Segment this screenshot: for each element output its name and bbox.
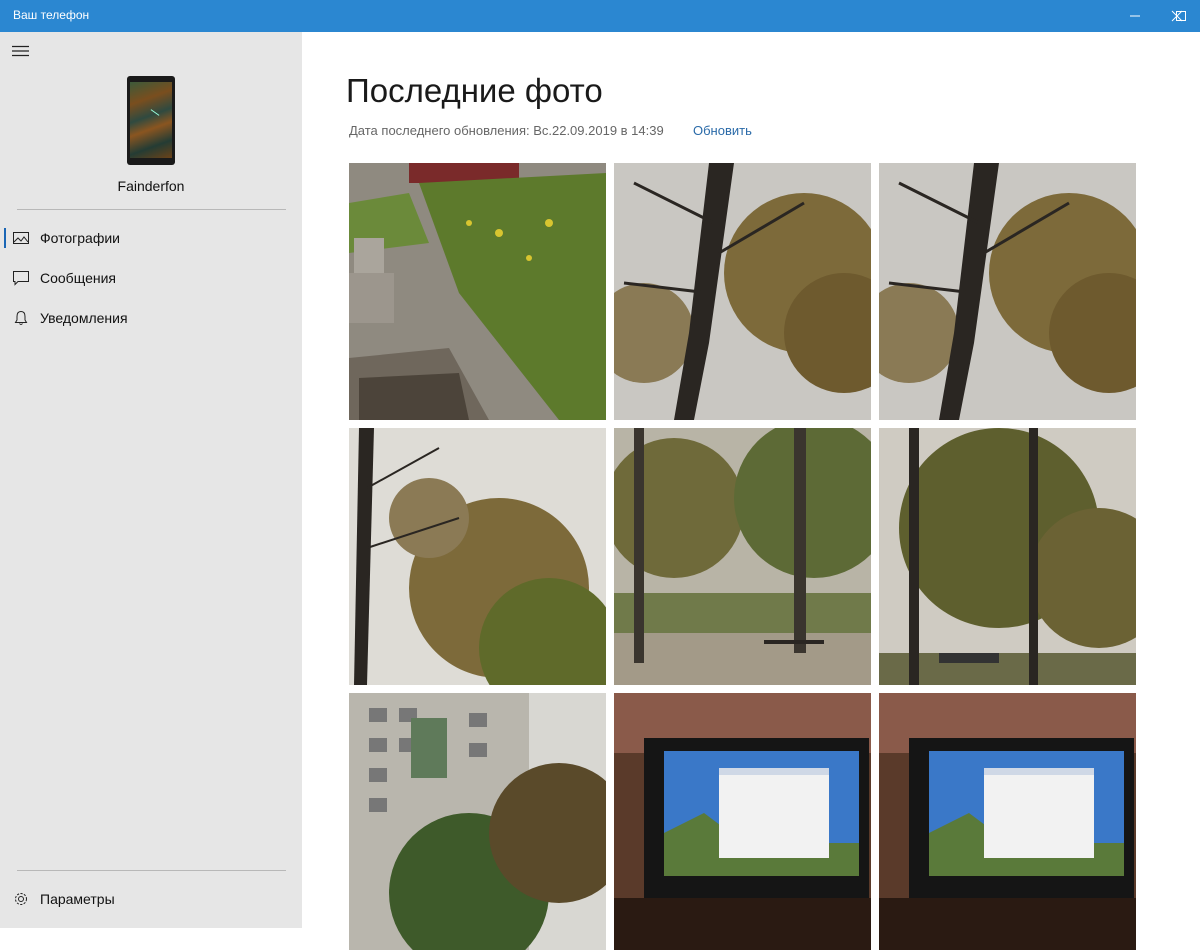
photo-thumbnail[interactable] xyxy=(614,428,871,685)
sidebar-item-label: Сообщения xyxy=(40,270,116,286)
phone-image xyxy=(127,76,175,165)
notifications-icon xyxy=(14,310,28,325)
divider xyxy=(17,870,286,871)
settings-button[interactable]: Параметры xyxy=(0,881,302,917)
photo-thumbnail[interactable] xyxy=(614,693,871,950)
messages-icon xyxy=(13,271,29,286)
photo-thumbnail[interactable] xyxy=(614,163,871,420)
photo-thumbnail[interactable] xyxy=(349,163,606,420)
photo-image xyxy=(349,693,606,950)
refresh-link[interactable]: Обновить xyxy=(693,123,752,138)
photo-thumbnail[interactable] xyxy=(879,693,1136,950)
active-indicator xyxy=(4,228,6,248)
divider xyxy=(17,209,286,210)
photo-image xyxy=(879,693,1136,950)
photo-image xyxy=(614,428,871,685)
sidebar: Fainderfon Фотографии Сообщения Уведомле… xyxy=(0,32,302,928)
minimize-button[interactable] xyxy=(1112,0,1158,32)
settings-label: Параметры xyxy=(40,891,115,907)
page-title: Последние фото xyxy=(346,72,603,109)
window-title: Ваш телефон xyxy=(13,8,90,22)
photo-thumbnail[interactable] xyxy=(879,163,1136,420)
sidebar-item-label: Уведомления xyxy=(40,310,128,326)
photo-image xyxy=(879,428,1136,685)
photo-thumbnail[interactable] xyxy=(879,428,1136,685)
hamburger-menu-icon[interactable] xyxy=(12,45,29,57)
minimize-icon xyxy=(1130,15,1140,17)
gear-icon xyxy=(15,893,27,905)
photo-thumbnail[interactable] xyxy=(349,428,606,685)
photo-image xyxy=(349,428,606,685)
photo-thumbnail[interactable] xyxy=(349,693,606,950)
close-icon xyxy=(1171,10,1183,22)
device-name: Fainderfon xyxy=(117,178,185,194)
photo-image xyxy=(614,163,871,420)
photo-image xyxy=(879,163,1136,420)
photo-image xyxy=(614,693,871,950)
sidebar-item-photos[interactable]: Фотографии xyxy=(0,220,302,256)
last-updated-text: Дата последнего обновления: Вс.22.09.201… xyxy=(349,123,664,138)
sidebar-item-notifications[interactable]: Уведомления xyxy=(0,300,302,336)
main-content: Последние фото Дата последнего обновлени… xyxy=(302,32,1200,950)
close-button[interactable] xyxy=(1154,0,1200,32)
sidebar-item-messages[interactable]: Сообщения xyxy=(0,260,302,296)
sidebar-item-label: Фотографии xyxy=(40,230,121,246)
photos-icon xyxy=(13,232,29,244)
title-bar: Ваш телефон xyxy=(0,0,1200,32)
photo-image xyxy=(349,163,606,420)
